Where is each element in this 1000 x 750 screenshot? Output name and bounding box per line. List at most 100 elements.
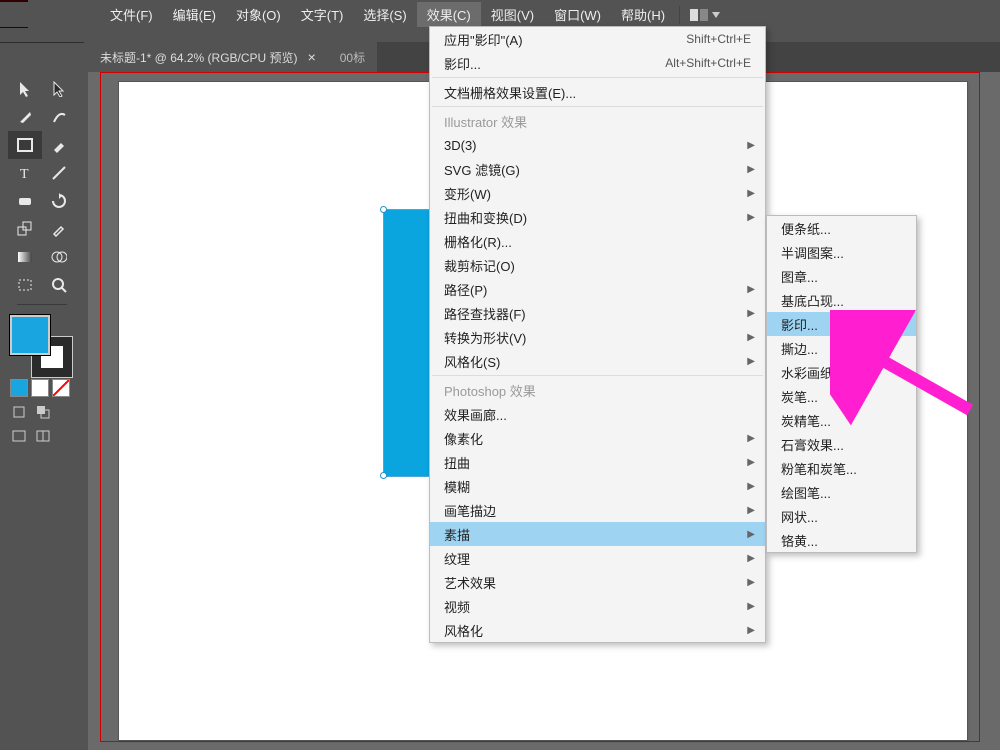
submenu-water-paper[interactable]: 水彩画纸... xyxy=(767,360,916,384)
tab-label: 00标 xyxy=(340,49,365,66)
chevron-right-icon: ▶ xyxy=(747,433,755,444)
menu-stylize-ps[interactable]: 风格化▶ xyxy=(430,618,765,642)
rotate-tool[interactable] xyxy=(42,187,76,215)
tab-label: 未标题-1* @ 64.2% (RGB/CPU 预览) xyxy=(100,49,298,66)
menu-separator xyxy=(432,375,763,376)
submenu-graphic-pen[interactable]: 绘图笔... xyxy=(767,480,916,504)
chevron-right-icon: ▶ xyxy=(747,553,755,564)
layout-toggle[interactable] xyxy=(690,9,720,21)
eyedropper-tool[interactable] xyxy=(42,215,76,243)
menu-window[interactable]: 窗口(W) xyxy=(544,2,611,27)
curvature-tool[interactable] xyxy=(42,103,76,131)
menu-distort-transform[interactable]: 扭曲和变换(D)▶ xyxy=(430,205,765,229)
menu-artistic[interactable]: 艺术效果▶ xyxy=(430,570,765,594)
menu-path[interactable]: 路径(P)▶ xyxy=(430,277,765,301)
menu-section-illustrator: Illustrator 效果 xyxy=(430,109,765,133)
submenu-bas-relief[interactable]: 基底凸现... xyxy=(767,288,916,312)
draw-normal-icon[interactable] xyxy=(10,403,28,421)
menu-effect-gallery[interactable]: 效果画廊... xyxy=(430,402,765,426)
menu-crop-marks[interactable]: 裁剪标记(O) xyxy=(430,253,765,277)
menu-svg-filters[interactable]: SVG 滤镜(G)▶ xyxy=(430,157,765,181)
submenu-photocopy[interactable]: 影印... xyxy=(767,312,916,336)
screen-mode-icon[interactable] xyxy=(10,427,28,445)
submenu-chrome[interactable]: 铬黄... xyxy=(767,528,916,552)
selection-tool[interactable] xyxy=(8,75,42,103)
selection-handle[interactable] xyxy=(380,472,387,479)
menu-effect[interactable]: 效果(C) xyxy=(417,2,481,27)
fill-swatch[interactable] xyxy=(10,315,50,355)
menu-sketch[interactable]: 素描▶ xyxy=(430,522,765,546)
menu-pathfinder[interactable]: 路径查找器(F)▶ xyxy=(430,301,765,325)
menu-stylize[interactable]: 风格化(S)▶ xyxy=(430,349,765,373)
chevron-right-icon: ▶ xyxy=(747,356,755,367)
menu-rasterize[interactable]: 栅格化(R)... xyxy=(430,229,765,253)
rectangle-tool[interactable] xyxy=(8,131,42,159)
direct-selection-tool[interactable] xyxy=(42,75,76,103)
color-mode-solid[interactable] xyxy=(10,379,28,397)
submenu-halftone[interactable]: 半调图案... xyxy=(767,240,916,264)
eraser-tool[interactable] xyxy=(8,187,42,215)
menu-warp[interactable]: 变形(W)▶ xyxy=(430,181,765,205)
menu-3d[interactable]: 3D(3)▶ xyxy=(430,133,765,157)
submenu-stamp[interactable]: 图章... xyxy=(767,264,916,288)
menu-view[interactable]: 视图(V) xyxy=(481,2,544,27)
pen-tool[interactable] xyxy=(8,103,42,131)
fill-stroke-swatch[interactable] xyxy=(10,315,72,377)
submenu-torn-edges[interactable]: 撕边... xyxy=(767,336,916,360)
shortcut-label: Alt+Shift+Ctrl+E xyxy=(665,56,751,70)
color-mode-gradient[interactable] xyxy=(31,379,49,397)
chevron-right-icon: ▶ xyxy=(747,140,755,151)
zoom-tool[interactable] xyxy=(42,271,76,299)
menu-separator xyxy=(432,77,763,78)
menu-texture[interactable]: 纹理▶ xyxy=(430,546,765,570)
menu-file[interactable]: 文件(F) xyxy=(100,2,163,27)
line-tool[interactable] xyxy=(42,159,76,187)
submenu-plaster[interactable]: 石膏效果... xyxy=(767,432,916,456)
menu-separator xyxy=(432,106,763,107)
scale-tool[interactable] xyxy=(8,215,42,243)
submenu-note-paper[interactable]: 便条纸... xyxy=(767,216,916,240)
menu-object[interactable]: 对象(O) xyxy=(226,2,291,27)
edit-toolbar-icon[interactable] xyxy=(34,427,52,445)
menu-select[interactable]: 选择(S) xyxy=(353,2,416,27)
sketch-submenu: 便条纸... 半调图案... 图章... 基底凸现... 影印... 撕边...… xyxy=(766,215,917,553)
menu-blur[interactable]: 模糊▶ xyxy=(430,474,765,498)
menu-last-effect[interactable]: 影印...Alt+Shift+Ctrl+E xyxy=(430,51,765,75)
paintbrush-tool[interactable] xyxy=(42,131,76,159)
menu-separator xyxy=(679,6,680,24)
chevron-right-icon: ▶ xyxy=(747,457,755,468)
submenu-chalk-charcoal[interactable]: 粉笔和炭笔... xyxy=(767,456,916,480)
tab-active[interactable]: 未标题-1* @ 64.2% (RGB/CPU 预览) × xyxy=(88,42,328,72)
shape-builder-tool[interactable] xyxy=(42,243,76,271)
color-mode-none[interactable] xyxy=(52,379,70,397)
menu-pixelate[interactable]: 像素化▶ xyxy=(430,426,765,450)
type-tool[interactable]: T xyxy=(8,159,42,187)
menu-brush-strokes[interactable]: 画笔描边▶ xyxy=(430,498,765,522)
menu-raster-settings[interactable]: 文档栅格效果设置(E)... xyxy=(430,80,765,104)
selection-handle[interactable] xyxy=(380,206,387,213)
menu-help[interactable]: 帮助(H) xyxy=(611,2,675,27)
menu-video[interactable]: 视频▶ xyxy=(430,594,765,618)
tool-divider xyxy=(8,299,76,309)
menu-distort-ps[interactable]: 扭曲▶ xyxy=(430,450,765,474)
chevron-right-icon: ▶ xyxy=(747,212,755,223)
chevron-right-icon: ▶ xyxy=(747,505,755,516)
shortcut-label: Shift+Ctrl+E xyxy=(686,32,751,46)
submenu-reticulation[interactable]: 网状... xyxy=(767,504,916,528)
gradient-tool[interactable] xyxy=(8,243,42,271)
menu-edit[interactable]: 编辑(E) xyxy=(163,2,226,27)
draw-behind-icon[interactable] xyxy=(34,403,52,421)
chevron-right-icon: ▶ xyxy=(747,601,755,612)
chevron-right-icon: ▶ xyxy=(747,481,755,492)
menu-apply-last[interactable]: 应用"影印"(A)Shift+Ctrl+E xyxy=(430,27,765,51)
submenu-charcoal[interactable]: 炭笔... xyxy=(767,384,916,408)
tab-second[interactable]: 00标 xyxy=(328,42,377,72)
close-icon[interactable]: × xyxy=(308,49,316,65)
submenu-conte[interactable]: 炭精笔... xyxy=(767,408,916,432)
effect-menu: 应用"影印"(A)Shift+Ctrl+E 影印...Alt+Shift+Ctr… xyxy=(429,26,766,643)
artboard-tool[interactable] xyxy=(8,271,42,299)
svg-text:T: T xyxy=(20,167,29,180)
menu-convert-shape[interactable]: 转换为形状(V)▶ xyxy=(430,325,765,349)
menu-type[interactable]: 文字(T) xyxy=(291,2,354,27)
chevron-right-icon: ▶ xyxy=(747,188,755,199)
